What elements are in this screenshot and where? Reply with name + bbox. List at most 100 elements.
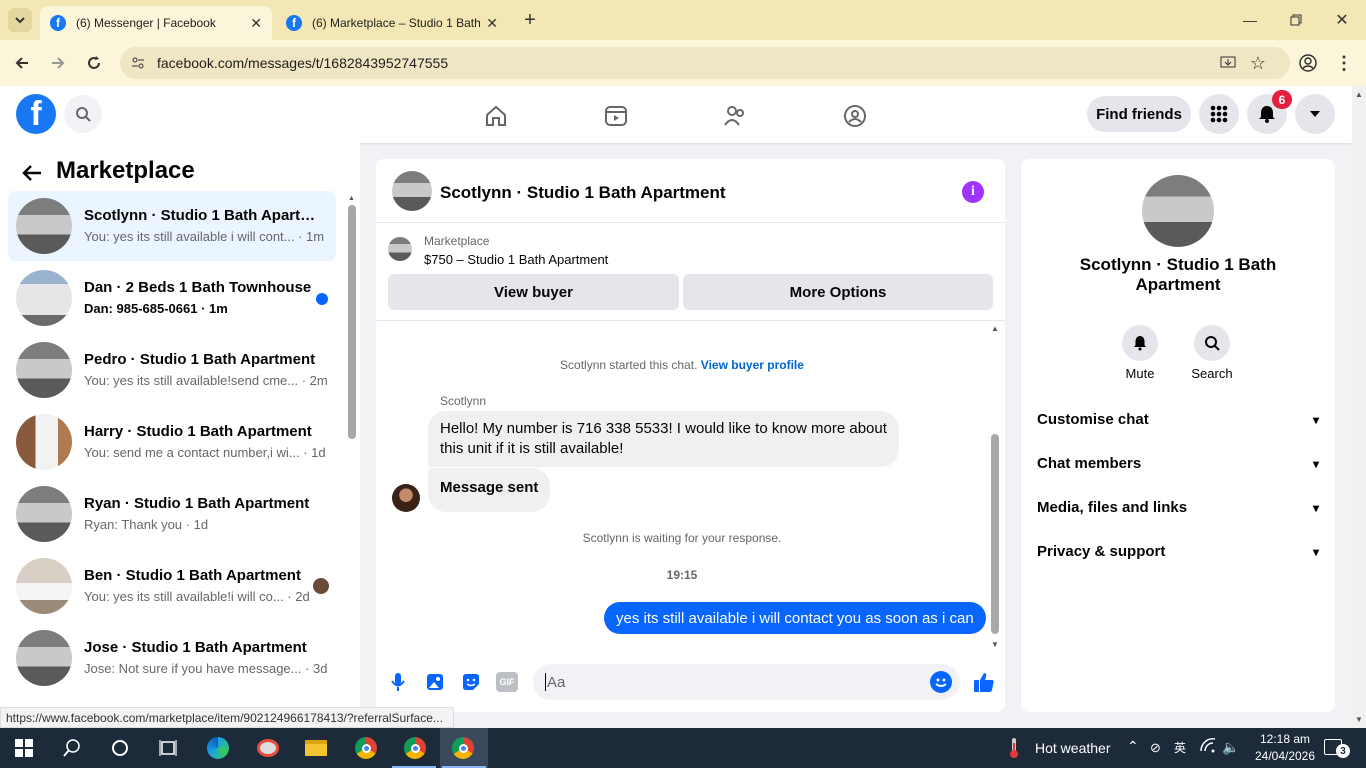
messages-scrollbar[interactable]: ▲ ▼	[989, 324, 1001, 649]
listing-title[interactable]: $750 – Studio 1 Bath Apartment	[424, 252, 608, 267]
customise-chat-section[interactable]: Customise chat ▾	[1037, 411, 1319, 428]
browser-menu-icon[interactable]: ⋮	[1334, 53, 1354, 73]
listing-thumbnail	[388, 237, 412, 261]
mute-button[interactable]: Mute	[1120, 325, 1160, 381]
close-tab-icon[interactable]: ✕	[250, 15, 262, 32]
page-scrollbar[interactable]: ▲ ▼	[1352, 86, 1366, 728]
task-view-icon[interactable]	[154, 734, 182, 762]
conversation-name: Jose · Studio 1 Bath Apartment	[84, 639, 307, 656]
tab-search-chevron-icon[interactable]	[8, 8, 32, 32]
more-options-button[interactable]: More Options	[683, 274, 993, 310]
weather-thermometer-icon[interactable]	[1000, 734, 1028, 762]
install-app-icon[interactable]	[1220, 55, 1236, 71]
sender-name: Scotlynn	[440, 394, 487, 408]
photo-icon[interactable]	[424, 671, 446, 693]
chat-window: Scotlynn · Studio 1 Bath Apartment i Mar…	[376, 159, 1005, 712]
tab-marketplace[interactable]: f (6) Marketplace – Studio 1 Bath ✕	[276, 6, 508, 40]
file-explorer-icon[interactable]	[302, 734, 330, 762]
volume-icon[interactable]: 🔈	[1222, 739, 1239, 756]
message-input[interactable]: Aa	[533, 664, 960, 700]
link-status-bar: https://www.facebook.com/marketplace/ite…	[0, 707, 454, 728]
chrome-icon[interactable]	[352, 734, 380, 762]
home-icon[interactable]	[482, 102, 510, 130]
minimize-window-icon[interactable]: —	[1236, 8, 1264, 32]
conversation-item[interactable]: Ben · Studio 1 Bath Apartment You: yes i…	[8, 551, 336, 621]
message-sent-bubble: Message sent	[428, 468, 551, 512]
outgoing-message: yes its still available i will contact y…	[604, 602, 986, 634]
find-friends-button[interactable]: Find friends	[1087, 96, 1191, 132]
active-chrome-highlight[interactable]	[440, 728, 488, 768]
edge-icon[interactable]	[204, 734, 232, 762]
chat-avatar[interactable]	[392, 171, 432, 211]
clock[interactable]: 12:18 am 24/04/2026	[1250, 731, 1320, 765]
new-tab-icon[interactable]: +	[518, 8, 542, 32]
chat-info-panel: Scotlynn · Studio 1 Bath Apartment Mute …	[1021, 159, 1335, 712]
browser-toolbar: facebook.com/messages/t/1682843952747555…	[0, 40, 1366, 86]
chat-members-section[interactable]: Chat members ▾	[1037, 455, 1319, 472]
forward-arrow-icon[interactable]	[46, 51, 70, 75]
conversation-item[interactable]: Jose · Studio 1 Bath Apartment Jose: Not…	[8, 623, 336, 693]
show-hidden-icons-icon[interactable]: ⌃	[1127, 738, 1139, 755]
microphone-icon[interactable]	[388, 670, 408, 694]
friends-icon[interactable]	[721, 102, 749, 130]
conversation-item[interactable]: Dan · 2 Beds 1 Bath Townhouse Dan: 985-6…	[8, 263, 336, 333]
video-icon[interactable]	[602, 102, 630, 130]
gif-icon[interactable]: GIF	[496, 672, 518, 692]
conversation-item[interactable]: Scotlynn · Studio 1 Bath Apartm... You: …	[8, 191, 336, 261]
cortana-icon[interactable]	[106, 734, 134, 762]
clock-date: 24/04/2026	[1254, 749, 1316, 763]
menu-grid-icon[interactable]	[1199, 94, 1239, 134]
search-icon[interactable]	[64, 95, 102, 133]
view-buyer-button[interactable]: View buyer	[388, 274, 679, 310]
tab-messenger[interactable]: f (6) Messenger | Facebook ✕	[40, 6, 272, 40]
network-offline-icon[interactable]: ⊘	[1150, 740, 1161, 756]
conversation-item[interactable]: Pedro · Studio 1 Bath Apartment You: yes…	[8, 335, 336, 405]
weather-text[interactable]: Hot weather	[1035, 740, 1110, 756]
chevron-down-icon: ▾	[1312, 456, 1319, 471]
restore-window-icon[interactable]	[1282, 8, 1310, 32]
close-window-icon[interactable]: ✕	[1328, 8, 1356, 32]
profile-icon[interactable]	[1298, 53, 1318, 73]
conversation-name: Pedro · Studio 1 Bath Apartment	[84, 351, 316, 368]
facebook-logo-icon[interactable]: f	[16, 94, 56, 134]
account-dropdown-icon[interactable]	[1295, 94, 1335, 134]
search-in-chat-button[interactable]: Search	[1187, 325, 1237, 381]
chrome-profile-icon[interactable]	[401, 734, 429, 762]
conversation-list-scrollbar[interactable]: ▲	[347, 193, 357, 713]
facebook-header: f Find friends 6	[0, 86, 1352, 143]
input-method-icon[interactable]: 英	[1174, 739, 1186, 756]
wifi-icon[interactable]	[1200, 738, 1216, 759]
emoji-icon[interactable]	[930, 671, 952, 693]
search-icon[interactable]	[58, 734, 86, 762]
address-bar[interactable]: facebook.com/messages/t/1682843952747555…	[120, 47, 1290, 79]
chat-info-icon[interactable]: i	[962, 181, 984, 203]
bell-icon	[1122, 325, 1158, 361]
conversation-item[interactable]: Ryan · Studio 1 Bath Apartment Ryan: Tha…	[8, 479, 336, 549]
status-url: https://www.facebook.com/marketplace/ite…	[6, 710, 443, 725]
paint-icon[interactable]	[254, 734, 282, 762]
conversation-preview: Dan: 985-685-0661 · 1m	[84, 301, 228, 316]
media-files-links-section[interactable]: Media, files and links ▾	[1037, 499, 1319, 516]
facebook-favicon-icon: f	[50, 15, 66, 31]
chat-title[interactable]: Scotlynn · Studio 1 Bath Apartment	[440, 183, 726, 203]
windows-start-icon[interactable]	[10, 734, 38, 762]
close-tab-icon[interactable]: ✕	[486, 15, 498, 32]
conversation-preview: You: yes its still available!send cme...…	[84, 373, 328, 388]
clock-time: 12:18 am	[1259, 732, 1311, 746]
contact-avatar[interactable]	[1142, 175, 1214, 247]
chevron-down-icon: ▾	[1312, 544, 1319, 559]
sender-avatar[interactable]	[392, 484, 420, 512]
back-arrow-icon[interactable]	[18, 159, 46, 187]
sticker-icon[interactable]	[460, 671, 482, 693]
thumbs-up-icon[interactable]	[971, 669, 997, 695]
conversation-item[interactable]: Harry · Studio 1 Bath Apartment You: sen…	[8, 407, 336, 477]
reload-icon[interactable]	[82, 51, 106, 75]
groups-icon[interactable]	[841, 102, 869, 130]
facebook-favicon-icon: f	[286, 15, 302, 31]
view-buyer-profile-link[interactable]: View buyer profile	[701, 358, 804, 372]
site-info-icon[interactable]	[130, 55, 146, 71]
bookmark-star-icon[interactable]: ☆	[1248, 53, 1268, 73]
privacy-support-section[interactable]: Privacy & support ▾	[1037, 543, 1319, 560]
conversation-preview: You: send me a contact number,i wi... · …	[84, 445, 326, 460]
back-arrow-icon[interactable]	[10, 51, 34, 75]
